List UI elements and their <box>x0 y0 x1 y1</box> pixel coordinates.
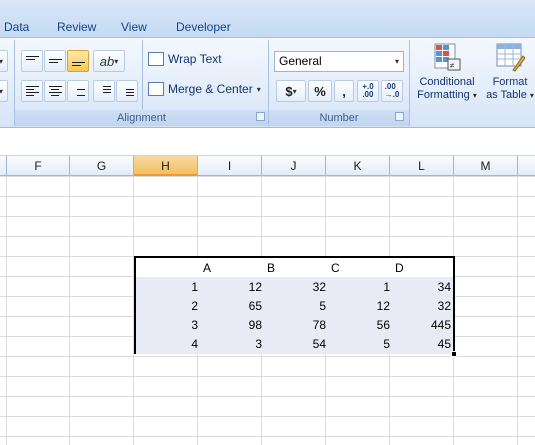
gridline <box>69 176 70 445</box>
partial-button-bottom[interactable]: ▾ <box>0 80 8 102</box>
orientation-icon: ab <box>99 53 115 69</box>
align-bottom-icon <box>71 56 85 66</box>
table-header-cell[interactable]: B <box>264 258 328 278</box>
conditional-formatting-label-2: Formatting ▾ <box>417 89 477 101</box>
align-right-icon <box>72 86 85 96</box>
comma-button[interactable]: , <box>334 80 354 102</box>
alignment-dialog-launcher-icon[interactable] <box>256 112 265 121</box>
table-cell[interactable]: 34 <box>392 277 453 297</box>
ribbon-tab-bar: Data Review View Developer <box>0 0 535 38</box>
format-as-table-icon <box>496 43 525 72</box>
column-header-h[interactable]: H <box>134 156 198 176</box>
table-cell[interactable]: 65 <box>200 296 264 316</box>
align-center-icon <box>48 86 62 96</box>
table-cell[interactable]: 3 <box>200 334 264 354</box>
table-cell[interactable]: 1 <box>136 277 200 297</box>
align-bottom-button[interactable] <box>67 50 89 72</box>
number-format-value: General <box>279 54 322 68</box>
tab-developer[interactable]: Developer <box>176 20 231 34</box>
align-left-button[interactable] <box>21 80 43 102</box>
tab-data[interactable]: Data <box>4 20 29 34</box>
table-header-cell[interactable]: D <box>392 258 453 278</box>
wrap-text-icon <box>148 52 164 66</box>
percent-button[interactable]: % <box>308 80 332 102</box>
tab-view[interactable]: View <box>121 20 147 34</box>
column-header-f[interactable]: F <box>7 156 70 176</box>
align-center-button[interactable] <box>44 80 66 102</box>
merge-center-icon <box>148 82 164 96</box>
column-header-g[interactable]: G <box>70 156 134 176</box>
currency-button[interactable]: $ ▾ <box>276 80 306 102</box>
svg-text:≠: ≠ <box>450 61 455 70</box>
increase-decimal-button[interactable]: +.0 .00 <box>357 80 379 102</box>
table-cell[interactable]: 12 <box>200 277 264 297</box>
merge-center-button[interactable]: Merge & Center ▾ <box>148 82 261 96</box>
format-as-table-label-2: as Table ▾ <box>486 89 534 101</box>
table-cell[interactable]: 5 <box>328 334 392 354</box>
format-as-table-button[interactable]: Format as Table ▾ <box>484 42 535 110</box>
column-header-i[interactable]: I <box>198 156 262 176</box>
column-header-k[interactable]: K <box>326 156 390 176</box>
align-top-button[interactable] <box>21 50 43 72</box>
number-dialog-launcher-icon[interactable] <box>395 112 404 121</box>
gridline <box>6 176 7 445</box>
align-middle-icon <box>48 56 62 66</box>
column-header-partial[interactable] <box>518 156 535 176</box>
currency-symbol: $ <box>285 83 293 99</box>
column-header-m[interactable]: M <box>454 156 518 176</box>
table-cell[interactable]: 12 <box>328 296 392 316</box>
increase-indent-icon <box>121 86 134 96</box>
chevron-down-icon[interactable]: ▾ <box>257 85 261 94</box>
column-header-partial[interactable] <box>0 156 7 176</box>
table-cell[interactable]: 1 <box>328 277 392 297</box>
table-header-cell[interactable]: C <box>328 258 392 278</box>
conditional-formatting-label-1: Conditional <box>419 76 475 88</box>
table-header-cell[interactable] <box>136 258 200 278</box>
align-right-button[interactable] <box>67 80 89 102</box>
table-cell[interactable]: 78 <box>264 315 328 335</box>
table-cell[interactable]: 3 <box>136 315 200 335</box>
table-header-cell[interactable]: A <box>200 258 264 278</box>
decrease-indent-button[interactable] <box>93 80 115 102</box>
number-format-select[interactable]: General ▾ <box>274 51 404 72</box>
fill-handle[interactable] <box>451 351 457 357</box>
gridline <box>517 176 518 445</box>
chevron-down-icon: ▾ <box>292 86 297 96</box>
increase-indent-button[interactable] <box>116 80 138 102</box>
decrease-indent-icon <box>98 86 111 96</box>
conditional-formatting-button[interactable]: ≠ Conditional Formatting ▾ <box>414 42 480 110</box>
column-header-j[interactable]: J <box>262 156 326 176</box>
chevron-down-icon: ▾ <box>114 56 119 66</box>
decrease-decimal-button[interactable]: .00 →.0 <box>381 80 403 102</box>
align-top-icon <box>25 56 39 66</box>
ribbon-panel: ▾ ▾ ab ▾ Wrap Text Merge & Center ▾ Align… <box>0 38 535 128</box>
formula-bar-area[interactable] <box>0 128 535 156</box>
column-header-l[interactable]: L <box>390 156 454 176</box>
tab-review[interactable]: Review <box>57 20 96 34</box>
table-cell[interactable]: 98 <box>200 315 264 335</box>
table-cell[interactable]: 32 <box>392 296 453 316</box>
table-cell[interactable]: 5 <box>264 296 328 316</box>
data-table[interactable]: A B C D 1 12 32 1 34 2 65 5 12 32 3 98 7… <box>134 256 455 354</box>
align-middle-button[interactable] <box>44 50 66 72</box>
chevron-down-icon: ▾ <box>394 57 399 66</box>
merge-center-label: Merge & Center <box>168 82 253 96</box>
table-cell[interactable]: 445 <box>392 315 453 335</box>
conditional-formatting-icon: ≠ <box>434 43 461 71</box>
orientation-button[interactable]: ab ▾ <box>93 50 125 72</box>
table-cell[interactable]: 56 <box>328 315 392 335</box>
group-separator <box>409 40 410 126</box>
wrap-text-label: Wrap Text <box>168 52 222 66</box>
table-cell[interactable]: 4 <box>136 334 200 354</box>
table-cell[interactable]: 32 <box>264 277 328 297</box>
table-cell[interactable]: 54 <box>264 334 328 354</box>
partial-button-top[interactable]: ▾ <box>0 50 8 72</box>
wrap-text-button[interactable]: Wrap Text <box>148 52 222 66</box>
format-as-table-label-1: Format <box>492 76 528 88</box>
align-left-icon <box>25 86 39 96</box>
table-cell[interactable]: 45 <box>392 334 453 354</box>
alignment-group-label: Alignment <box>15 110 268 126</box>
number-group-label: Number <box>269 110 409 126</box>
table-cell[interactable]: 2 <box>136 296 200 316</box>
